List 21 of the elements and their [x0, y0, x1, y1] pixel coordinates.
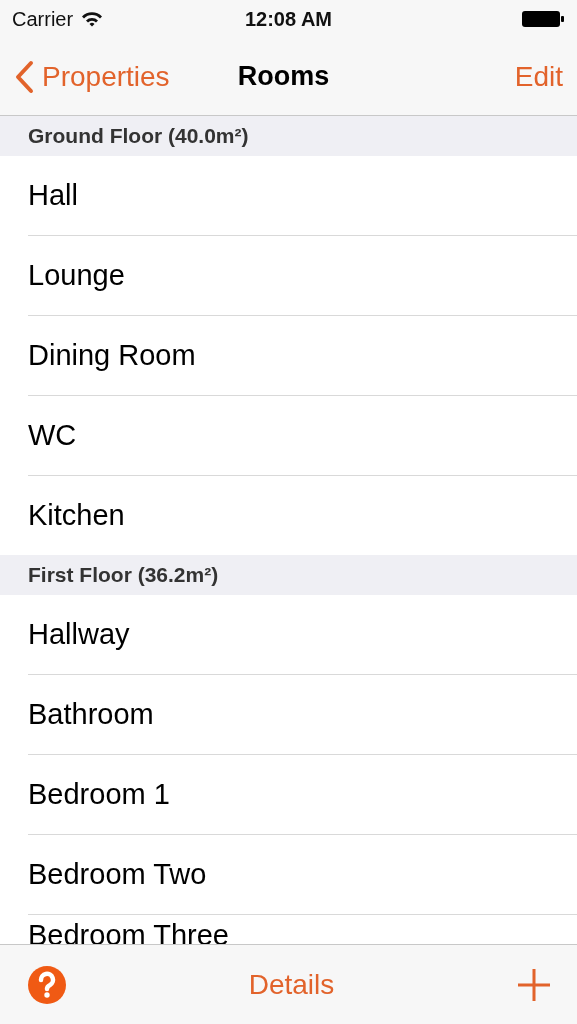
- room-row[interactable]: Hallway: [28, 595, 577, 674]
- nav-title: Rooms: [237, 61, 330, 92]
- add-icon: [517, 967, 551, 1002]
- room-row[interactable]: Bedroom Two: [28, 835, 577, 914]
- room-row[interactable]: Bedroom 1: [28, 755, 577, 834]
- room-row[interactable]: WC: [28, 396, 577, 475]
- help-icon: [28, 965, 66, 1004]
- room-row[interactable]: Hall: [28, 156, 577, 235]
- room-row[interactable]: Dining Room: [28, 316, 577, 395]
- carrier-name: Carrier: [12, 7, 74, 31]
- add-button[interactable]: [517, 967, 551, 1002]
- back-chevron-icon: [14, 59, 34, 94]
- wifi-icon: [81, 11, 104, 27]
- room-row[interactable]: Lounge: [28, 236, 577, 315]
- room-row[interactable]: Kitchen: [28, 476, 577, 555]
- clock-time: 12:08 AM: [244, 7, 333, 31]
- section-header: Ground Floor (40.0m²): [28, 124, 249, 148]
- help-button[interactable]: [28, 965, 66, 1004]
- section-header: First Floor (36.2m²): [28, 563, 219, 587]
- battery-icon: [521, 10, 565, 28]
- room-row[interactable]: Bathroom: [28, 675, 577, 754]
